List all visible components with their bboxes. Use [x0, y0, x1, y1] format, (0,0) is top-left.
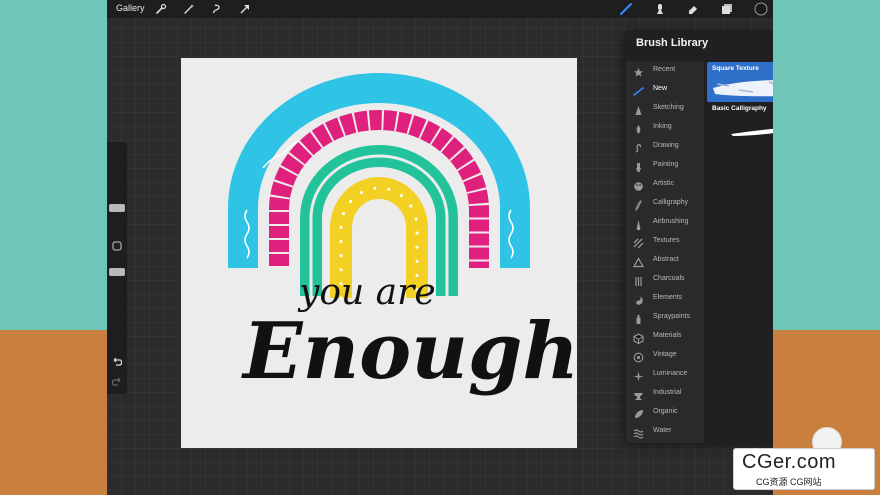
brush-category-label: Sketching: [653, 104, 684, 111]
brush-category-label: Materials: [653, 332, 682, 339]
brush-category-label: Vintage: [653, 351, 677, 358]
brush-category-drawing[interactable]: Drawing: [626, 137, 704, 156]
brush-category-painting[interactable]: Painting: [626, 156, 704, 175]
airbrush-icon: [633, 217, 644, 230]
brush-item-basic-calligraphy[interactable]: Basic Calligraphy: [707, 102, 773, 142]
redo-icon[interactable]: [111, 376, 123, 388]
brush-category-label: Industrial: [653, 389, 682, 396]
watermark-main-text: CGer.com: [742, 451, 837, 473]
brush-category-spraypaints[interactable]: Spraypaints: [626, 308, 704, 327]
brush-category-vintage[interactable]: Vintage: [626, 346, 704, 365]
brush-category-list: Recent New Sketching Inking Drawing Painting A…: [626, 61, 704, 443]
spray-can-icon: [633, 312, 644, 324]
watermark-box: CGer.com CG资源 CG网站: [733, 448, 875, 490]
brush-category-industrial[interactable]: Industrial: [626, 384, 704, 403]
brush-library-title: Brush Library: [636, 37, 709, 49]
paint-brush-icon: [633, 160, 644, 172]
brush-category-materials[interactable]: Materials: [626, 327, 704, 346]
brush-library-panel: Brush Library + RecentNewSketchingInking…: [624, 30, 773, 443]
brush-category-label: Painting: [653, 161, 679, 168]
anvil-icon: [633, 388, 644, 400]
brush-category-abstract[interactable]: Abstract: [626, 251, 704, 270]
brush-stroke-preview: [731, 128, 773, 136]
brush-category-label: New: [653, 85, 668, 92]
undo-icon[interactable]: [111, 356, 123, 368]
brush-category-label: Inking: [653, 123, 672, 130]
brush-category-elements[interactable]: Elements: [626, 289, 704, 308]
modify-button[interactable]: [111, 240, 123, 252]
brush-item-square-texture[interactable]: Square Texture: [707, 62, 773, 102]
brush-category-textures[interactable]: Textures: [626, 232, 704, 251]
charcoal-icon: [633, 274, 644, 286]
opacity-slider[interactable]: [109, 268, 125, 276]
layers-icon[interactable]: [720, 2, 734, 16]
sparkle-icon: [633, 369, 644, 382]
brush-category-label: Textures: [653, 237, 680, 244]
color-swatch[interactable]: [754, 2, 768, 16]
leaf-icon: [633, 407, 644, 418]
brush-stroke-icon: [633, 84, 644, 96]
palette-icon: [633, 179, 644, 191]
brush-category-label: Abstract: [653, 256, 679, 263]
brush-category-label: Organic: [653, 408, 678, 415]
yin-yang-icon: [633, 293, 644, 305]
texture-icon: [633, 236, 644, 249]
brush-category-label: Drawing: [653, 142, 679, 149]
brush-category-label: Spraypaints: [653, 313, 690, 320]
brush-category-label: Recent: [653, 66, 676, 73]
brush-category-label: Artistic: [653, 180, 674, 187]
wrench-icon[interactable]: [154, 2, 168, 16]
brush-category-calligraphy[interactable]: Calligraphy: [626, 194, 704, 213]
brush-category-charcoals[interactable]: Charcoals: [626, 270, 704, 289]
ink-drop-icon: [633, 122, 644, 134]
rainbow-artwork: you are Enough: [228, 73, 577, 397]
top-toolbar: Gallery: [107, 0, 773, 18]
procreate-screen: Gallery you are Enough Brush Library Rec…: [107, 0, 773, 495]
brush-size-slider[interactable]: [109, 204, 125, 212]
triangle-icon: [632, 255, 645, 268]
brush-category-artistic[interactable]: Artistic: [626, 175, 704, 194]
brush-category-recent[interactable]: Recent: [626, 61, 704, 80]
brush-category-label: Elements: [653, 294, 683, 301]
brush-category-organic[interactable]: Organic: [626, 403, 704, 422]
cube-icon: [633, 331, 644, 345]
selection-icon[interactable]: [210, 2, 224, 16]
pencil-tip-icon: [633, 103, 644, 115]
brush-category-label: Calligraphy: [653, 199, 689, 206]
brush-category-label: Charcoals: [653, 275, 685, 282]
brush-category-inking[interactable]: Inking: [626, 118, 704, 137]
vintage-star-icon: [633, 350, 644, 363]
brush-name: Square Texture: [712, 65, 759, 72]
canvas-text-enough: Enough: [241, 306, 577, 397]
magic-wand-icon[interactable]: [182, 2, 196, 16]
brush-name: Basic Calligraphy: [712, 105, 767, 112]
eraser-icon[interactable]: [686, 2, 700, 16]
brush-category-new[interactable]: New: [626, 80, 704, 99]
gallery-button[interactable]: Gallery: [116, 3, 145, 13]
transform-arrow-icon[interactable]: [238, 2, 252, 16]
watermark-sub-text: CG资源 CG网站: [756, 477, 822, 487]
brush-category-luminance[interactable]: Luminance: [626, 365, 704, 384]
brush-category-airbrushing[interactable]: Airbrushing: [626, 213, 704, 232]
brush-category-label: Water: [653, 427, 672, 434]
brush-icon[interactable]: [619, 2, 633, 16]
squiggle-icon: [633, 141, 644, 153]
brush-category-water[interactable]: Water: [626, 422, 704, 441]
brush-category-label: Luminance: [653, 370, 688, 377]
brush-stroke-preview: [713, 80, 773, 97]
waves-icon: [633, 426, 644, 439]
artwork-canvas[interactable]: you are Enough: [181, 58, 577, 448]
calligraphy-icon: [633, 198, 644, 212]
star-icon: [633, 65, 644, 77]
brush-category-sketching[interactable]: Sketching: [626, 99, 704, 118]
smudge-icon[interactable]: [653, 2, 667, 16]
left-sidebar: [107, 142, 127, 394]
brush-category-label: Airbrushing: [653, 218, 689, 225]
watermark: CGer.com CG资源 CG网站: [733, 448, 875, 490]
